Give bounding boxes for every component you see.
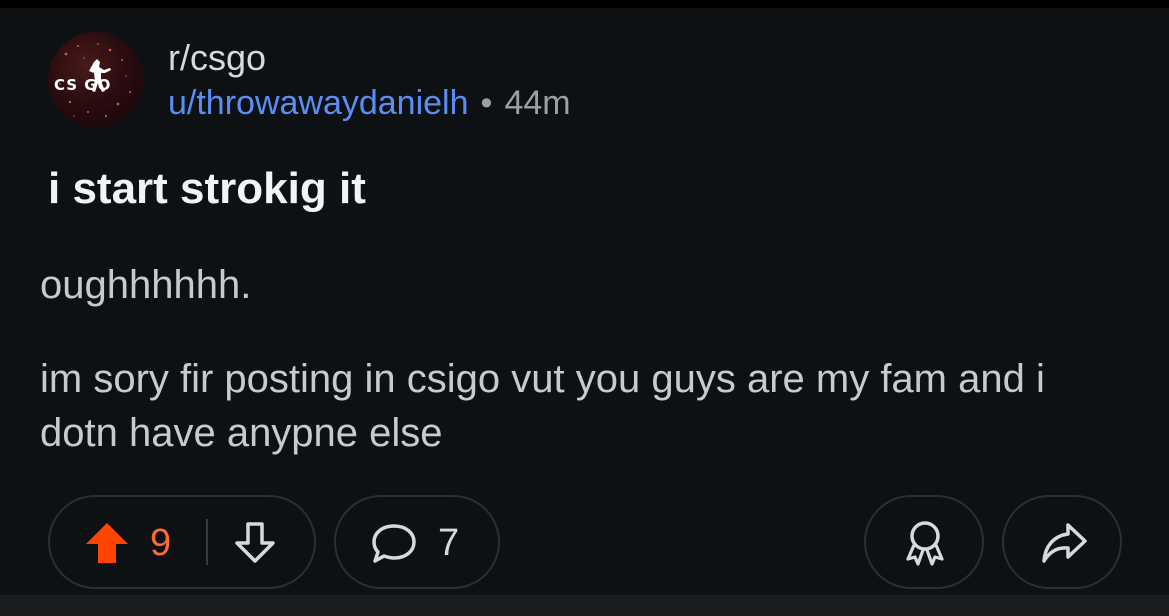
next-post-edge <box>0 595 1169 616</box>
author-link[interactable]: u/throwawaydanielh <box>168 84 469 122</box>
meta-separator: • <box>480 84 493 122</box>
award-ribbon-icon <box>902 519 948 572</box>
share-arrow-icon <box>1040 521 1088 570</box>
comment-count: 7 <box>438 522 460 564</box>
comments-button[interactable]: 7 <box>334 495 500 589</box>
subreddit-avatar[interactable]: CS GO <box>48 32 144 128</box>
post-card: CS GO r/csgo u/throwawaydanielh • 44m i st… <box>0 8 1169 595</box>
subreddit-name[interactable]: r/csgo <box>168 36 266 80</box>
post-title[interactable]: i start strokig it <box>48 162 366 216</box>
upvote-count: 9 <box>150 522 172 564</box>
arrow-down-icon[interactable] <box>232 521 278 570</box>
speech-bubble-icon <box>370 523 418 570</box>
post-body-paragraph: im sory fir posting in csigo vut you guy… <box>40 357 1045 455</box>
arrow-up-icon[interactable] <box>84 521 130 570</box>
share-button[interactable] <box>1002 495 1122 589</box>
award-button[interactable] <box>864 495 984 589</box>
post-age: 44m <box>504 84 571 122</box>
vote-control: 9 <box>48 495 316 589</box>
post-body-paragraph: oughhhhhh. <box>40 263 252 307</box>
csgo-logo-icon: CS GO <box>54 43 131 118</box>
post-meta: u/throwawaydanielh • 44m <box>168 82 571 124</box>
vote-divider <box>206 519 208 565</box>
svg-text:CS GO: CS GO <box>54 76 111 94</box>
